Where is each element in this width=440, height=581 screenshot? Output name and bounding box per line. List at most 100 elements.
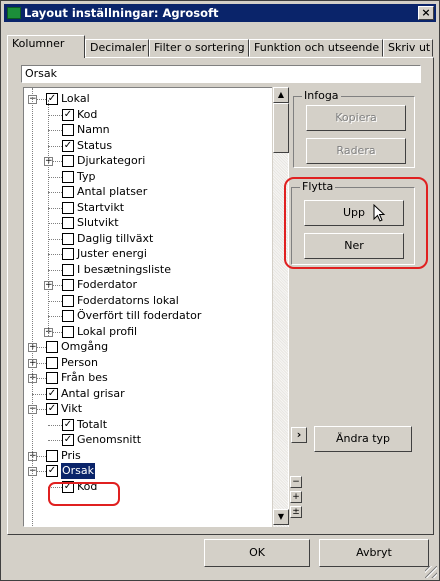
tree-node[interactable]: − ✓ Lokal [24, 91, 284, 107]
checkbox[interactable] [46, 372, 58, 384]
tree-scrollbar[interactable]: ▲ ▼ [272, 87, 289, 527]
tab-kolumner[interactable]: Kolumner [7, 35, 85, 58]
tree-connector [48, 300, 62, 302]
checkbox[interactable] [62, 186, 74, 198]
checkbox[interactable]: ✓ [62, 418, 74, 431]
tree-node-label: I besætningsliste [77, 262, 171, 276]
scroll-down-button[interactable]: ▼ [273, 509, 289, 525]
tree-connector [48, 440, 62, 441]
tree-node[interactable]: Startvikt [24, 200, 284, 216]
tree-root-line [32, 88, 33, 526]
tree-node[interactable]: ✓ Status [24, 138, 284, 154]
tree-node[interactable]: I besætningsliste [24, 262, 284, 278]
checkbox[interactable]: ✓ [62, 434, 74, 446]
tree-node-label: Totalt [77, 417, 108, 431]
checkbox[interactable] [46, 356, 58, 369]
tree-node-label: Slutvikt [77, 216, 119, 229]
resize-grip-icon[interactable] [425, 566, 437, 578]
tree-node[interactable]: Slutvikt [24, 215, 284, 231]
checkbox[interactable]: ✓ [62, 139, 74, 152]
tree-node[interactable]: Foderdatorns lokal [24, 293, 284, 309]
tree-node[interactable]: ✓ Totalt [24, 417, 284, 433]
ok-button[interactable]: OK [204, 539, 310, 567]
tree-node[interactable]: + Foderdator [24, 277, 284, 293]
checkbox[interactable] [62, 248, 74, 260]
tree-connector [48, 269, 62, 271]
tree-node-label: Omgång [61, 340, 109, 353]
tree-connector [48, 207, 62, 209]
checkbox[interactable] [62, 217, 74, 229]
tree-node[interactable]: − ✓ Vikt [24, 401, 284, 417]
tree-node-label: Genomsnitt [77, 433, 142, 446]
avbryt-button[interactable]: Avbryt [319, 539, 429, 567]
checkbox[interactable] [46, 341, 58, 353]
tree-connector [48, 192, 62, 193]
checkbox[interactable] [62, 170, 74, 183]
close-button[interactable]: × [418, 6, 434, 20]
tree-node[interactable]: Juster energi [24, 246, 284, 262]
andra-typ-button[interactable]: Ändra typ [314, 426, 412, 452]
tree-node[interactable]: + Omgång [24, 339, 284, 355]
tree-node-label: Djurkategori [77, 154, 146, 167]
expand-icon[interactable]: + [290, 491, 302, 503]
tree-node-label: Kod [77, 107, 98, 121]
tree-node[interactable]: Namn [24, 122, 284, 138]
tree-node-label: Vikt [61, 402, 83, 415]
tab-filter-o-sortering[interactable]: Filter o sortering [149, 39, 249, 57]
checkbox[interactable] [62, 325, 74, 338]
arrow-button[interactable]: › [291, 427, 307, 443]
checkbox[interactable] [62, 124, 74, 136]
tree-node[interactable]: ✓ Genomsnitt [24, 432, 284, 448]
scroll-thumb[interactable] [273, 103, 289, 153]
scroll-up-button[interactable]: ▲ [273, 87, 289, 103]
selected-column-field[interactable]: Orsak [21, 65, 421, 83]
checkbox[interactable] [62, 201, 74, 214]
tree-node[interactable]: − ✓ Orsak [24, 463, 284, 479]
checkbox[interactable] [62, 263, 74, 276]
tree-node[interactable]: + Från bes [24, 370, 284, 386]
checkbox[interactable] [62, 232, 74, 245]
tree-connector [48, 176, 62, 178]
tree-connector [48, 238, 62, 240]
radera-button[interactable]: Radera [306, 138, 406, 164]
checkbox[interactable]: ✓ [46, 403, 58, 415]
infoga-title: Infoga [302, 89, 341, 103]
checkbox[interactable]: ✓ [46, 465, 58, 477]
column-tree[interactable]: − ✓ Lokal ✓ Kod Namn ✓ Status + Djurkategori Typ An… [23, 87, 289, 527]
tree-node[interactable]: ✓ Antal grisar [24, 386, 284, 402]
checkbox[interactable] [62, 310, 74, 322]
tab-skriv-ut[interactable]: Skriv ut [383, 39, 433, 57]
checkbox[interactable] [46, 449, 58, 462]
tree-node[interactable]: Daglig tillväxt [24, 231, 284, 247]
tree-node[interactable]: Typ [24, 169, 284, 185]
checkbox[interactable] [62, 155, 74, 167]
expand-all-icon[interactable]: ± [290, 506, 302, 518]
tree-node[interactable]: + Pris [24, 448, 284, 464]
tree-connector [32, 393, 46, 395]
tree-node[interactable]: ✓ Kod [24, 107, 284, 123]
checkbox[interactable]: ✓ [62, 108, 74, 121]
tree-node-label: Juster energi [77, 247, 147, 260]
tree-node[interactable]: + Lokal profil [24, 324, 284, 340]
tree-connector [48, 130, 62, 131]
tree-node[interactable]: + Person [24, 355, 284, 371]
window-title: Layout inställningar: Agrosoft [24, 6, 219, 20]
tab-funktion-och-utseende[interactable]: Funktion och utseende [249, 39, 383, 57]
app-icon [7, 7, 21, 19]
checkbox[interactable] [62, 294, 74, 307]
tree-node[interactable]: Överfört till foderdator [24, 308, 284, 324]
collapse-all-icon[interactable]: − [290, 476, 302, 488]
tree-node-label: Status [77, 138, 113, 152]
tab-decimaler[interactable]: Decimaler [85, 39, 149, 57]
kopiera-button[interactable]: Kopiera [306, 105, 406, 131]
tree-node[interactable]: + Djurkategori [24, 153, 284, 169]
title-bar[interactable]: Layout inställningar: Agrosoft × [4, 4, 436, 22]
tree-connector [48, 316, 62, 317]
tree-connector [48, 254, 62, 255]
flytta-highlight [284, 177, 428, 269]
checkbox[interactable]: ✓ [46, 387, 58, 400]
tree-node[interactable]: Antal platser [24, 184, 284, 200]
tree-node-label: Startvikt [77, 200, 125, 214]
tree-node-label: Lokal profil [77, 324, 138, 338]
checkbox[interactable] [62, 279, 74, 291]
